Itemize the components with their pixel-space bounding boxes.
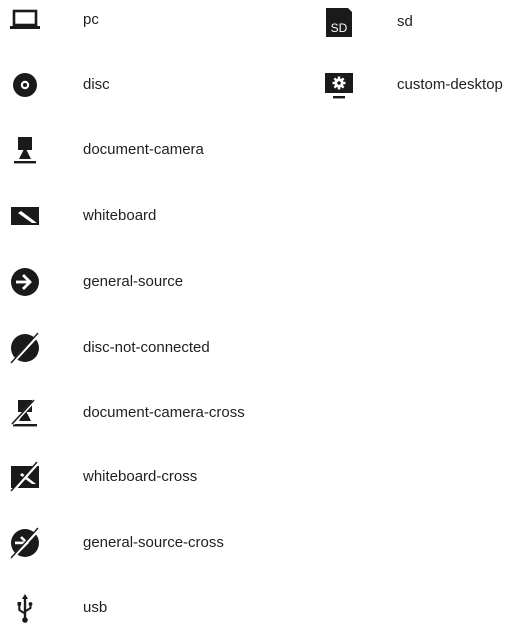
whiteboard-cross-icon (8, 460, 42, 494)
sd-icon: SD (322, 5, 356, 39)
disc-not-connected-icon (8, 331, 42, 365)
usb-icon (8, 591, 42, 625)
custom-desktop-icon (322, 68, 356, 102)
list-item-label: document-camera (83, 141, 204, 158)
list-item-label: general-source-cross (83, 534, 224, 551)
whiteboard-icon (8, 199, 42, 233)
pc-icon (8, 3, 42, 37)
general-source-icon (8, 265, 42, 299)
list-item-label: sd (397, 13, 413, 30)
document-camera-cross-icon (8, 396, 42, 430)
list-item-label: disc (83, 76, 110, 93)
list-item-label: whiteboard-cross (83, 468, 198, 485)
list-item-label: document-camera-cross (83, 404, 245, 421)
list-item-label: pc (83, 11, 99, 28)
disc-icon (8, 68, 42, 102)
document-camera-icon (8, 133, 42, 167)
list-item-label: general-source (83, 273, 184, 290)
list-item-label: disc-not-connected (83, 339, 210, 356)
general-source-cross-icon (8, 526, 42, 560)
sd-icon-text: SD (331, 21, 348, 35)
list-item-label: custom-desktop (397, 76, 503, 93)
list-item-label: whiteboard (83, 207, 157, 224)
list-item-label: usb (83, 599, 108, 616)
